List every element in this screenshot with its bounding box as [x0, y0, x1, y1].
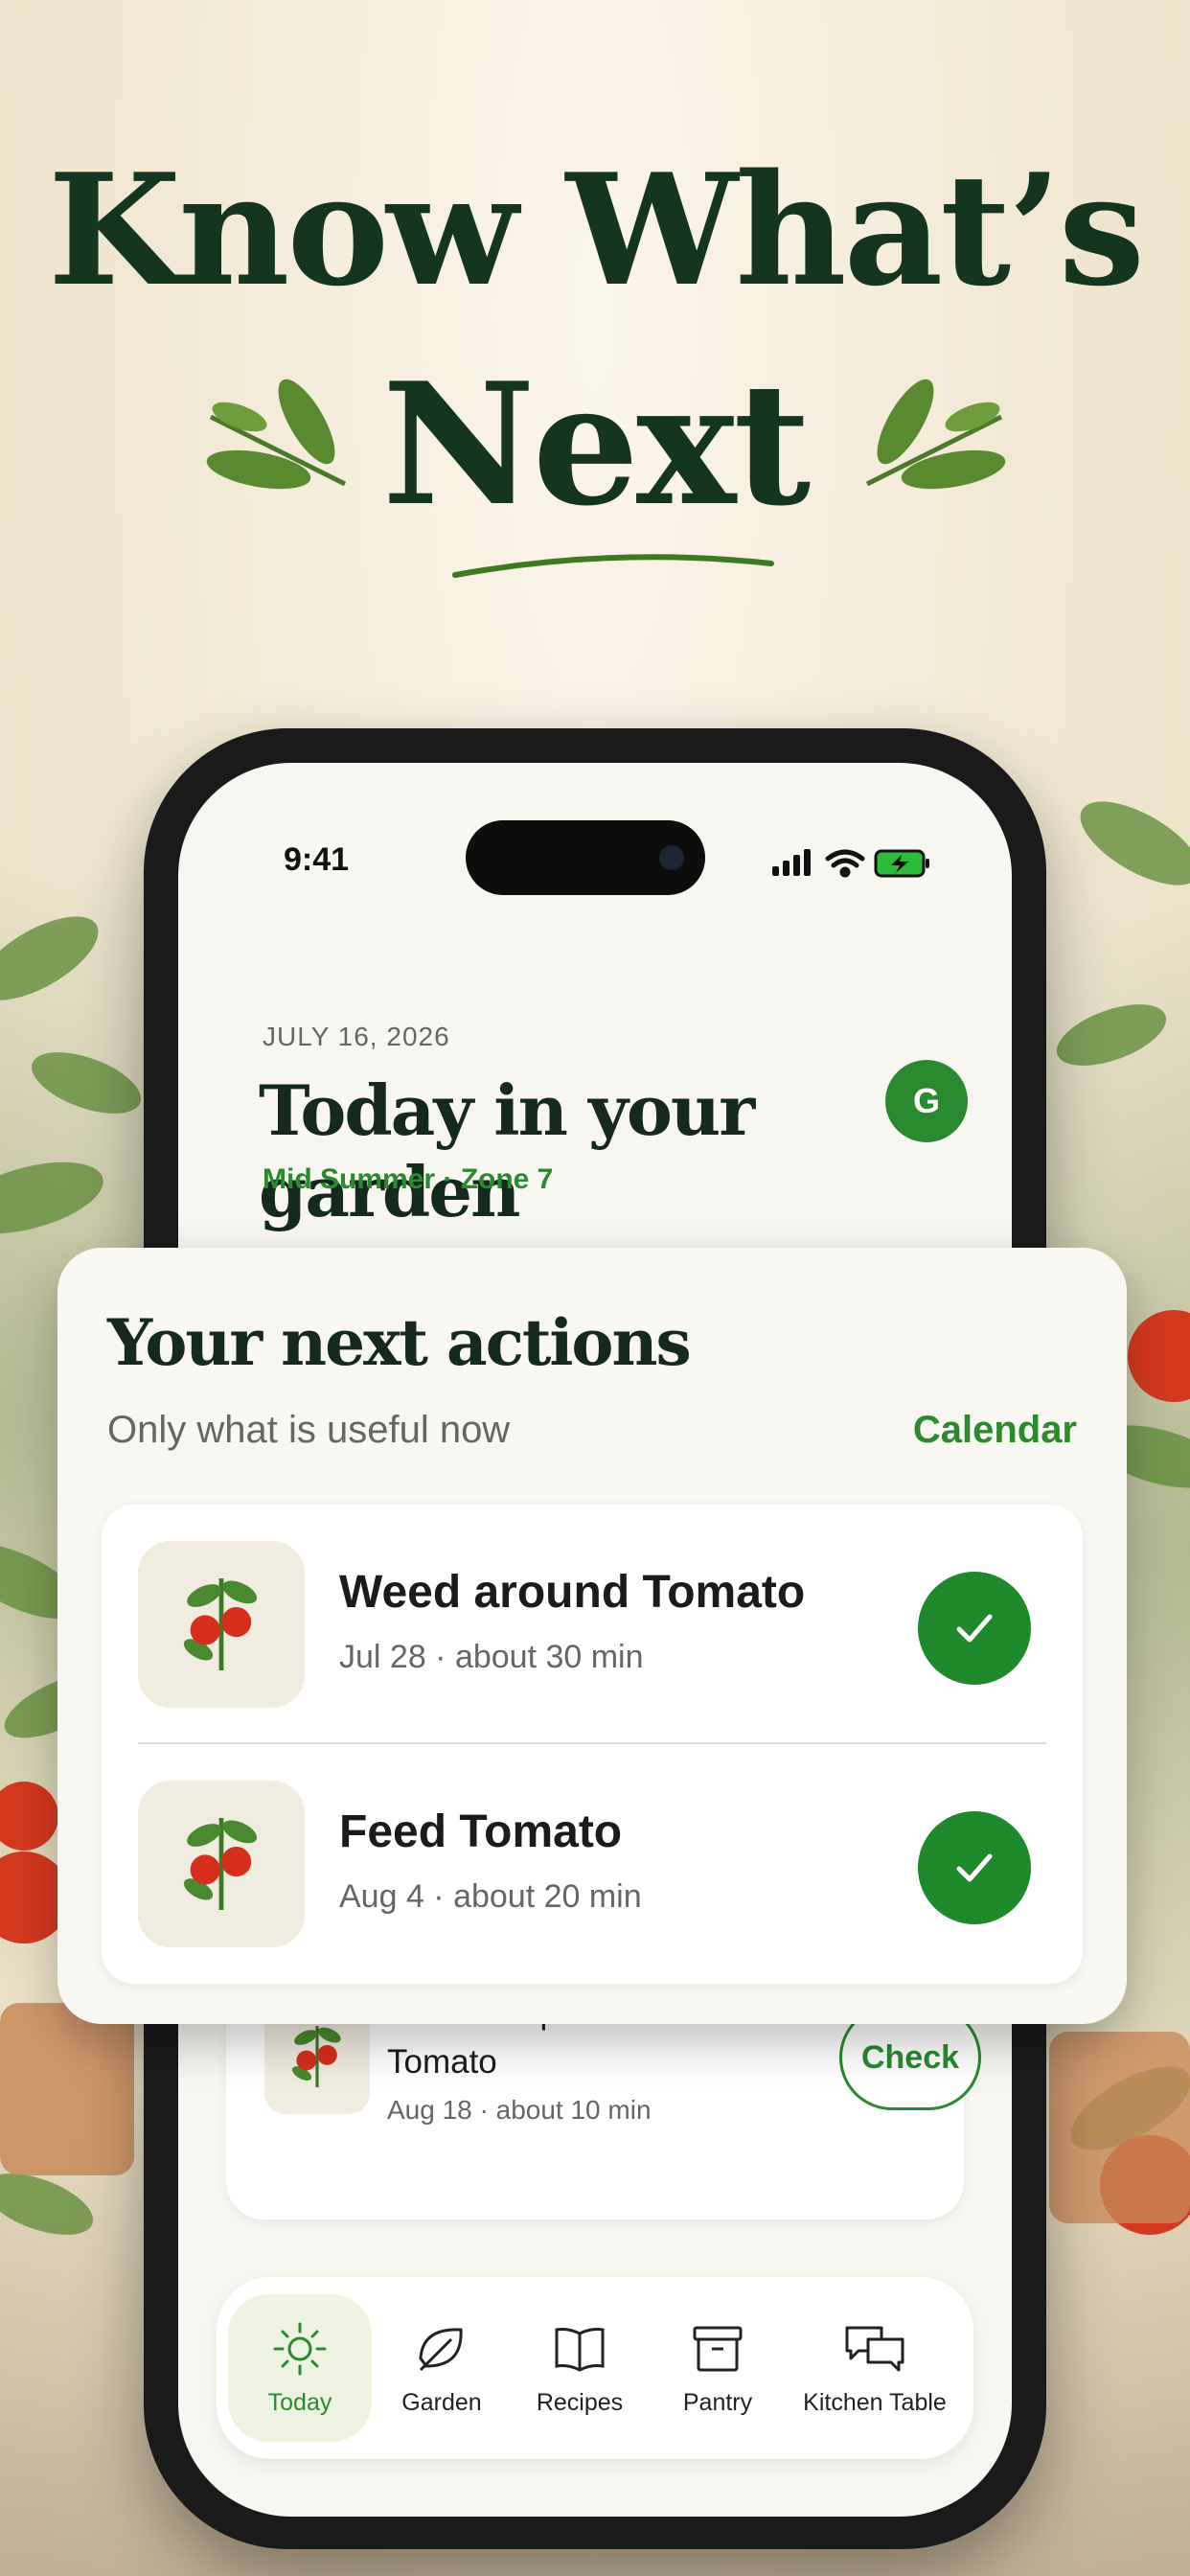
tab-today[interactable]: Today	[228, 2294, 372, 2442]
leaf-icon	[419, 2327, 463, 2371]
checkmark-icon	[956, 1853, 993, 1882]
cellular-signal-icon	[772, 849, 811, 876]
tab-label-garden: Garden	[401, 2388, 482, 2416]
tab-kitchen-table[interactable]: Kitchen Table	[784, 2294, 966, 2442]
book-icon	[555, 2327, 605, 2372]
next-actions-subtitle: Only what is useful now	[107, 1409, 511, 1451]
season-zone-label: Mid Summer · Zone 7	[263, 1163, 554, 1195]
status-icons	[772, 849, 929, 878]
headline-underline	[452, 554, 774, 578]
chat-bubbles-icon	[845, 2326, 904, 2371]
tab-label-pantry: Pantry	[682, 2388, 753, 2416]
tomato-plant-icon	[138, 1781, 305, 1947]
tab-label-kitchen-table: Kitchen Table	[803, 2388, 947, 2416]
task-row[interactable]: Weed around Tomato Jul 28 · about 30 min	[102, 1505, 1083, 1744]
next-actions-title: Your next actions	[107, 1305, 692, 1380]
battery-icon	[874, 849, 929, 878]
task-meta: Aug 4 · about 20 min	[339, 1878, 642, 1915]
tab-label-today: Today	[267, 2388, 332, 2416]
status-time: 9:41	[284, 841, 350, 878]
tab-pantry[interactable]: Pantry	[646, 2294, 790, 2442]
tab-recipes[interactable]: Recipes	[508, 2294, 652, 2442]
sun-icon	[273, 2322, 327, 2375]
calendar-link[interactable]: Calendar	[913, 1409, 1077, 1452]
tab-garden[interactable]: Garden	[370, 2294, 514, 2442]
task-title: Weed around Tomato	[339, 1567, 806, 1618]
checkmark-icon	[956, 1614, 993, 1643]
wifi-icon	[825, 849, 865, 878]
tab-bar: Today Garden Recipes Pantry Kitchen Tabl…	[217, 2277, 973, 2459]
complete-task-button[interactable]	[918, 1811, 1031, 1924]
header-date: JULY 16, 2026	[263, 1022, 450, 1051]
avatar[interactable]: G	[885, 1060, 968, 1142]
next-actions-card: Your next actions Only what is useful no…	[57, 1248, 1127, 2024]
headline-line-1: Know What’s	[48, 140, 1145, 320]
tomato-plant-icon	[138, 1541, 305, 1708]
leaf-sprig-left-icon	[206, 379, 347, 490]
task-row[interactable]: Feed Tomato Aug 4 · about 20 min	[102, 1744, 1083, 1984]
storage-box-icon	[693, 2326, 743, 2371]
task-title: Feed Tomato	[339, 1806, 623, 1857]
dynamic-island	[466, 820, 705, 895]
complete-task-button[interactable]	[918, 1572, 1031, 1685]
task-list: Weed around Tomato Jul 28 · about 30 min	[102, 1505, 1083, 1984]
tab-label-recipes: Recipes	[536, 2388, 624, 2416]
task-meta: Jul 28 · about 30 min	[339, 1639, 644, 1675]
leaf-sprig-right-icon	[865, 379, 1006, 490]
upcoming-task-meta: Aug 18 · about 10 min	[387, 2095, 652, 2125]
